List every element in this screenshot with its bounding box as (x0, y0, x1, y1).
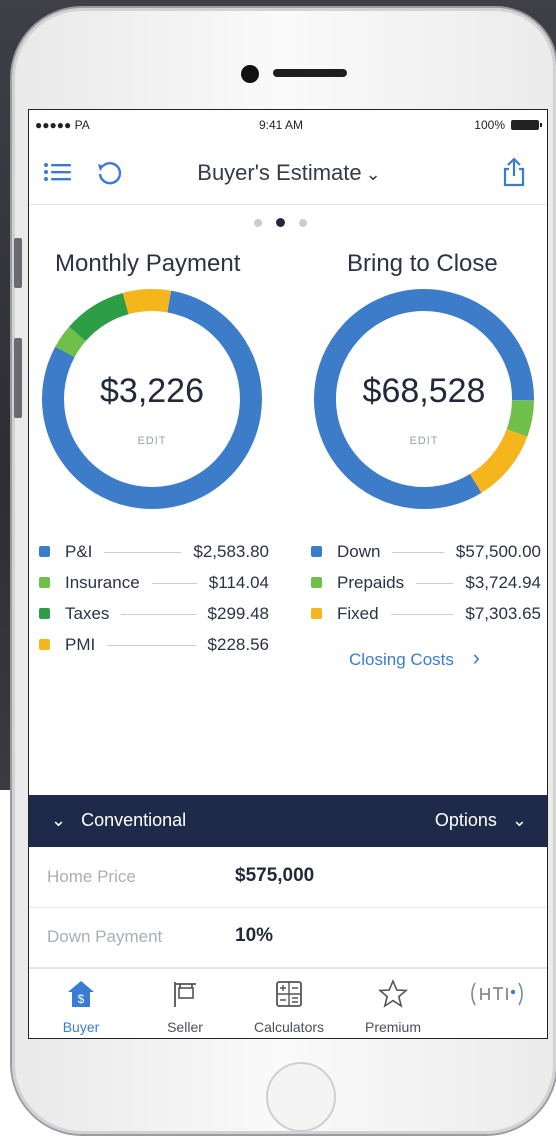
legend-amount: $228.56 (207, 635, 269, 654)
legend-swatch (311, 608, 322, 619)
battery-status: 100% (474, 118, 542, 132)
legend-amount: $299.48 (207, 604, 269, 623)
carrier: ●●●●● PA (35, 118, 90, 132)
chevron-right-icon: › (472, 645, 480, 670)
legend-label: Taxes (65, 604, 110, 623)
app-screen: ●●●●● PA 9:41 AM 100% Buyer's Estimate⌄ (28, 109, 548, 1039)
volume-down-button (14, 338, 22, 418)
bring-to-close-title: Bring to Close (347, 250, 498, 277)
home-price-value: $575,000 (235, 865, 315, 886)
options-label: Options (434, 810, 497, 830)
down-payment-value: 10% (235, 925, 274, 946)
legend-leader-line (392, 552, 444, 553)
legend-label: Prepaids (337, 573, 405, 592)
star-icon (378, 979, 408, 1008)
legend-swatch (39, 546, 50, 557)
legend-row: PMI $228.56 (39, 633, 269, 664)
closing-costs-link[interactable]: Closing Costs › (349, 645, 480, 671)
volume-up-button (14, 238, 22, 288)
legend-row: P&I $2,583.80 (39, 540, 269, 571)
legend-amount: $2,583.80 (193, 542, 269, 561)
legend-amount: $3,724.94 (465, 573, 541, 592)
tab-premium[interactable]: Premium (341, 969, 445, 1038)
close-legend: Down $57,500.00 Prepaids $3,724.94 Fixed $7,3… (311, 540, 541, 633)
legend-row: Fixed $7,303.65 (311, 602, 541, 633)
earpiece-speaker (273, 69, 347, 77)
legend-label: PMI (65, 635, 96, 654)
monthly-legend: P&I $2,583.80 Insurance $114.04 Taxes $299.48… (39, 540, 269, 664)
battery-icon (511, 120, 542, 130)
legend-amount: $114.04 (208, 573, 269, 592)
page-dot[interactable] (299, 218, 307, 227)
page-title-dropdown[interactable]: Buyer's Estimate ⌄ (29, 160, 547, 186)
legend-swatch (39, 608, 50, 619)
down-payment-row[interactable]: Down Payment 10% (29, 907, 547, 968)
page-dot[interactable] (254, 218, 262, 227)
monthly-payment-title: Monthly Payment (55, 250, 241, 277)
page-dot-active[interactable] (276, 218, 285, 227)
house-dollar-icon: $ (68, 981, 94, 1007)
share-icon[interactable] (501, 156, 527, 193)
closing-costs-label: Closing Costs (349, 650, 454, 669)
svg-text:$: $ (78, 992, 85, 1006)
calculator-icon (276, 981, 302, 1007)
bring-to-close-total: $68,528 (362, 372, 486, 410)
battery-percent: 100% (474, 118, 505, 132)
page-indicator[interactable] (254, 218, 307, 227)
down-payment-label: Down Payment (47, 927, 163, 946)
legend-row: Down $57,500.00 (311, 540, 541, 571)
legend-row: Taxes $299.48 (39, 602, 269, 633)
legend-label: Down (337, 542, 381, 561)
loan-type-label: Conventional (81, 810, 187, 830)
legend-row: Prepaids $3,724.94 (311, 571, 541, 602)
legend-leader-line (416, 583, 453, 584)
tab-buyer-label: Buyer (62, 1019, 100, 1035)
loan-type-bar: ⌄ Conventional Options ⌄ (29, 795, 547, 847)
tab-buyer[interactable]: $ Buyer (29, 969, 133, 1038)
home-price-label: Home Price (47, 867, 136, 886)
home-price-row[interactable]: Home Price $575,000 (29, 847, 547, 908)
loan-type-toggle[interactable]: ⌄ Conventional (51, 810, 186, 831)
close-edit-button[interactable]: EDIT (311, 435, 537, 447)
legend-amount: $7,303.65 (465, 604, 541, 623)
monthly-payment-total: $3,226 (100, 372, 204, 410)
tab-seller[interactable]: Seller (133, 969, 237, 1038)
legend-swatch (311, 546, 322, 557)
legend-swatch (39, 577, 50, 588)
tab-calculators[interactable]: Calculators (237, 969, 341, 1038)
chevron-down-icon: ⌄ (51, 810, 67, 830)
monthly-edit-button[interactable]: EDIT (39, 435, 265, 447)
legend-swatch (311, 577, 322, 588)
legend-label: Insurance (65, 573, 140, 592)
status-time: 9:41 AM (259, 118, 304, 132)
tab-premium-label: Premium (364, 1019, 421, 1035)
home-button[interactable] (266, 1062, 336, 1132)
tab-seller-label: Seller (167, 1019, 203, 1035)
status-bar: ●●●●● PA 9:41 AM 100% (29, 110, 547, 140)
tab-calculators-label: Calculators (253, 1019, 325, 1035)
page-title: Buyer's Estimate (197, 160, 362, 185)
legend-row: Insurance $114.04 (39, 571, 269, 602)
options-button[interactable]: Options ⌄ (435, 810, 527, 831)
chevron-down-icon: ⌄ (365, 164, 381, 184)
hti-logo-icon (471, 982, 523, 1006)
navigation-bar: Buyer's Estimate ⌄ (29, 140, 547, 205)
legend-leader-line (152, 583, 197, 584)
legend-label: Fixed (337, 604, 379, 623)
legend-leader-line (121, 614, 196, 615)
tab-bar: $ Buyer Seller Calculators Premium (29, 968, 547, 1038)
legend-swatch (39, 639, 50, 650)
chevron-down-icon: ⌄ (511, 810, 527, 830)
legend-leader-line (107, 645, 196, 646)
legend-leader-line (104, 552, 181, 553)
legend-leader-line (391, 614, 453, 615)
tab-hti[interactable] (445, 969, 547, 1038)
legend-amount: $57,500.00 (455, 542, 541, 561)
legend-label: P&I (65, 542, 93, 561)
sign-icon (174, 982, 196, 1007)
front-camera (241, 65, 259, 83)
